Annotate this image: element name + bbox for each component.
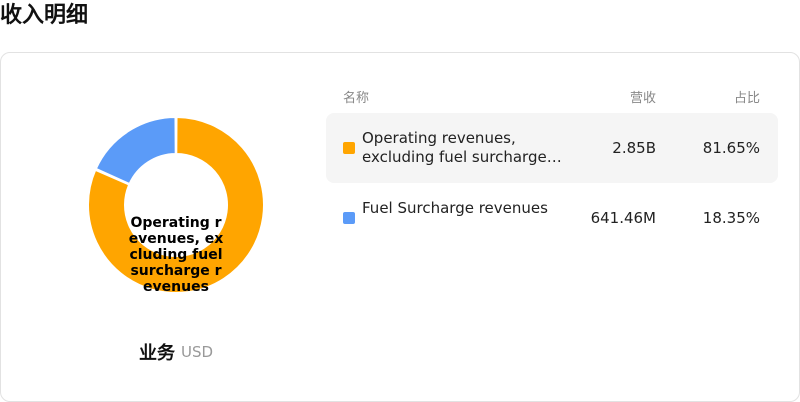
legend-share: 81.65% (702, 139, 760, 157)
donut-center-label: Operating revenues, excluding fuel surch… (128, 215, 224, 295)
chart-footer: 业务 USD (1, 339, 351, 365)
donut-chart: Operating revenues, excluding fuel surch… (86, 115, 266, 295)
legend-share: 18.35% (702, 209, 760, 227)
legend-row-fuel[interactable]: Fuel Surcharge revenues 641.46M 18.35% (326, 183, 778, 253)
legend-swatch-operating (343, 142, 355, 154)
segment-label: 业务 (138, 343, 175, 364)
donut-slice-fuel[interactable] (94, 115, 177, 186)
header-revenue: 营收 (629, 91, 656, 106)
legend-name: Operating revenues, excluding fuel surch… (362, 129, 547, 166)
currency-label: USD (180, 343, 214, 361)
header-name: 名称 (343, 91, 370, 106)
legend-row-operating[interactable]: Operating revenues, excluding fuel surch… (326, 113, 778, 183)
revenue-breakdown-card: Operating revenues, excluding fuel surch… (0, 52, 800, 402)
legend-name: Fuel Surcharge revenues (362, 199, 548, 217)
legend-header: 名称 营收 占比 (326, 81, 778, 113)
legend-swatch-fuel (343, 212, 355, 224)
legend-revenue: 641.46M (590, 209, 656, 227)
legend-table: 名称 营收 占比 Operating revenues, excluding f… (326, 81, 778, 253)
header-share: 占比 (733, 91, 760, 106)
page-title: 收入明细 (0, 3, 89, 28)
legend-revenue: 2.85B (612, 139, 656, 157)
